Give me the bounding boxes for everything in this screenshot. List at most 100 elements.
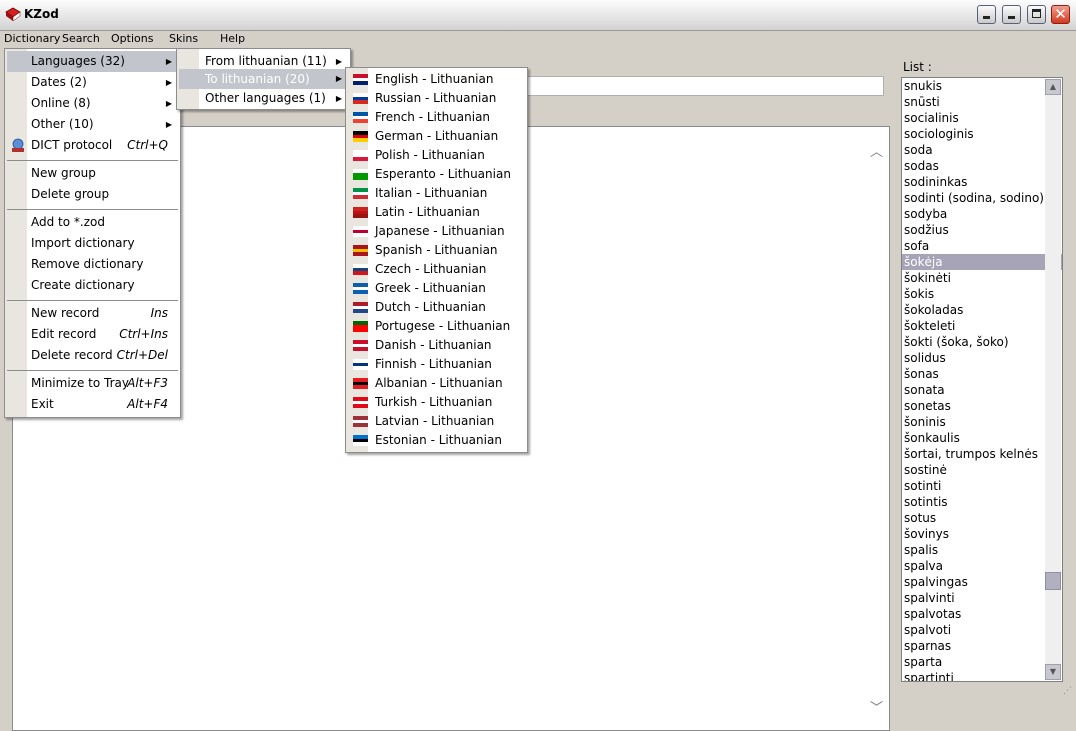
menu-item-languages[interactable]: Languages (32) ▶ <box>7 51 178 72</box>
menu-item-language[interactable]: Danish - Lithuanian <box>348 336 525 355</box>
menu-search[interactable]: Search <box>58 30 104 48</box>
menu-item-online[interactable]: Online (8) ▶ <box>7 93 178 114</box>
list-item[interactable]: spalvinti <box>902 590 1062 606</box>
menu-item-language[interactable]: Portugese - Lithuanian <box>348 317 525 336</box>
menu-item-dict-protocol[interactable]: DICT protocol Ctrl+Q <box>7 135 178 156</box>
list-item[interactable]: sociologinis <box>902 126 1062 142</box>
list-item[interactable]: sofa <box>902 238 1062 254</box>
menu-item-language[interactable]: French - Lithuanian <box>348 108 525 127</box>
list-item[interactable]: šokėja <box>902 254 1062 270</box>
menu-item-language[interactable]: Spanish - Lithuanian <box>348 241 525 260</box>
menu-item-language[interactable]: Estonian - Lithuanian <box>348 431 525 450</box>
list-item[interactable]: spalvoti <box>902 622 1062 638</box>
list-item[interactable]: šokinėti <box>902 270 1062 286</box>
list-item[interactable]: sonata <box>902 382 1062 398</box>
menu-item-language[interactable]: Polish - Lithuanian <box>348 146 525 165</box>
list-item[interactable]: sparta <box>902 654 1062 670</box>
list-item[interactable]: spalis <box>902 542 1062 558</box>
menu-item-new-group[interactable]: New group <box>7 163 178 184</box>
menu-item-language[interactable]: Greek - Lithuanian <box>348 279 525 298</box>
list-item[interactable]: solidus <box>902 350 1062 366</box>
globe-book-icon <box>12 138 24 152</box>
menu-item-language[interactable]: Latin - Lithuanian <box>348 203 525 222</box>
menu-item-language[interactable]: Japanese - Lithuanian <box>348 222 525 241</box>
list-label: List : <box>903 60 932 74</box>
flag-icon <box>353 207 368 218</box>
list-item[interactable]: šovinys <box>902 526 1062 542</box>
list-item[interactable]: šortai, trumpos kelnės <box>902 446 1062 462</box>
menu-item-language[interactable]: Dutch - Lithuanian <box>348 298 525 317</box>
list-item[interactable]: sotinti <box>902 478 1062 494</box>
list-item[interactable]: sodyba <box>902 206 1062 222</box>
menu-bar: Dictionary Search Options Skins Help <box>0 30 1076 48</box>
list-item[interactable]: sonetas <box>902 398 1062 414</box>
menu-item-create-dictionary[interactable]: Create dictionary <box>7 275 178 296</box>
minimize-button[interactable] <box>1002 5 1021 24</box>
menu-help[interactable]: Help <box>216 30 249 48</box>
word-list[interactable]: snukis snūsti socialinis sociologinis soda so… <box>901 77 1063 682</box>
list-item[interactable]: sodininkas <box>902 174 1062 190</box>
menu-item-language[interactable]: Italian - Lithuanian <box>348 184 525 203</box>
flag-icon <box>353 245 368 256</box>
scroll-thumb[interactable] <box>1045 572 1061 590</box>
close-icon: ✕ <box>1054 5 1067 23</box>
menu-item-language[interactable]: Czech - Lithuanian <box>348 260 525 279</box>
menu-item-other-languages[interactable]: Other languages (1) ▶ <box>179 88 348 109</box>
list-item[interactable]: šokti (šoka, šoko) <box>902 334 1062 350</box>
menu-item-edit-record[interactable]: Edit record Ctrl+Ins <box>7 324 178 345</box>
list-item[interactable]: socialinis <box>902 110 1062 126</box>
close-button[interactable]: ✕ <box>1051 5 1070 24</box>
menu-item-to-lithuanian[interactable]: To lithuanian (20) ▶ <box>179 69 348 89</box>
menu-item-language[interactable]: English - Lithuanian <box>348 70 525 89</box>
list-item[interactable]: šokteleti <box>902 318 1062 334</box>
minimize-tray-button[interactable] <box>977 5 996 24</box>
menu-item-add-to-zod[interactable]: Add to *.zod <box>7 212 178 233</box>
menu-item-language[interactable]: Turkish - Lithuanian <box>348 393 525 412</box>
menu-item-other[interactable]: Other (10) ▶ <box>7 114 178 135</box>
list-item[interactable]: soda <box>902 142 1062 158</box>
menu-item-language[interactable]: Esperanto - Lithuanian <box>348 165 525 184</box>
list-item[interactable]: sotus <box>902 510 1062 526</box>
list-item[interactable]: spartinti <box>902 670 1062 681</box>
list-item[interactable]: šonas <box>902 366 1062 382</box>
scroll-down-button[interactable]: ▼ <box>1045 664 1061 680</box>
menu-item-language[interactable]: Russian - Lithuanian <box>348 89 525 108</box>
menu-skins[interactable]: Skins <box>165 30 202 48</box>
menu-item-exit[interactable]: Exit Alt+F4 <box>7 394 178 415</box>
list-scrollbar[interactable]: ▲ ▼ <box>1045 79 1061 680</box>
list-item[interactable]: snūsti <box>902 94 1062 110</box>
list-item[interactable]: spalva <box>902 558 1062 574</box>
menu-item-minimize-to-tray[interactable]: Minimize to Tray Alt+F3 <box>7 373 178 394</box>
menu-item-language[interactable]: Albanian - Lithuanian <box>348 374 525 393</box>
menu-item-remove-dictionary[interactable]: Remove dictionary <box>7 254 178 275</box>
list-item[interactable]: sodas <box>902 158 1062 174</box>
list-item[interactable]: šoninis <box>902 414 1062 430</box>
menu-options[interactable]: Options <box>107 30 157 48</box>
menu-item-language[interactable]: Latvian - Lithuanian <box>348 412 525 431</box>
menu-item-delete-record[interactable]: Delete record Ctrl+Del <box>7 345 178 366</box>
menu-item-delete-group[interactable]: Delete group <box>7 184 178 205</box>
arrow-right-icon: ▶ <box>335 74 342 83</box>
list-item[interactable]: šokis <box>902 286 1062 302</box>
list-item[interactable]: spalvotas <box>902 606 1062 622</box>
list-item[interactable]: šokoladas <box>902 302 1062 318</box>
menu-item-language[interactable]: Finnish - Lithuanian <box>348 355 525 374</box>
scroll-up-button[interactable]: ▲ <box>1045 79 1061 95</box>
menu-item-import-dictionary[interactable]: Import dictionary <box>7 233 178 254</box>
menu-item-dates[interactable]: Dates (2) ▶ <box>7 72 178 93</box>
list-item[interactable]: spalvingas <box>902 574 1062 590</box>
list-item[interactable]: sostinė <box>902 462 1062 478</box>
maximize-button[interactable] <box>1027 5 1046 24</box>
scroll-up-icon[interactable]: ︿ <box>870 141 883 160</box>
list-item[interactable]: sodinti (sodina, sodino) <box>902 190 1062 206</box>
book-icon <box>5 7 21 22</box>
list-item[interactable]: snukis <box>902 78 1062 94</box>
menu-item-language[interactable]: German - Lithuanian <box>348 127 525 146</box>
menu-dictionary[interactable]: Dictionary <box>0 30 64 48</box>
menu-item-new-record[interactable]: New record Ins <box>7 303 178 324</box>
list-item[interactable]: šonkaulis <box>902 430 1062 446</box>
list-item[interactable]: sotintis <box>902 494 1062 510</box>
list-item[interactable]: sodžius <box>902 222 1062 238</box>
list-item[interactable]: sparnas <box>902 638 1062 654</box>
resize-grip-icon[interactable]: ⋰ <box>1063 686 1072 696</box>
